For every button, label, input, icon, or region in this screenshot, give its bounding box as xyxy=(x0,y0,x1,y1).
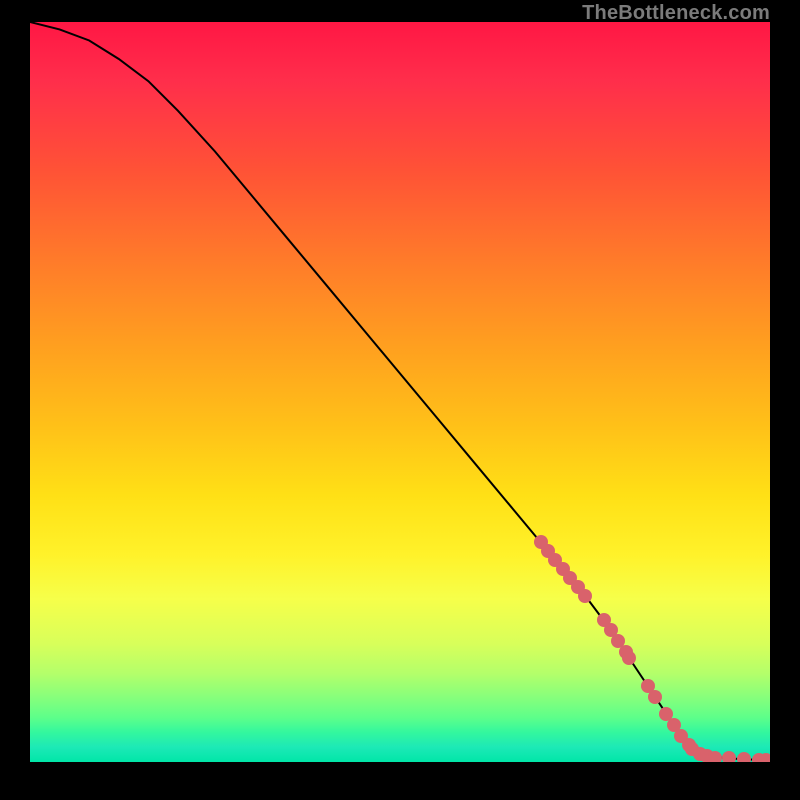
scatter-dot xyxy=(648,690,662,704)
scatter-dot xyxy=(708,751,722,762)
scatter-dot xyxy=(578,589,592,603)
scatter-dot xyxy=(622,651,636,665)
scatter-dot xyxy=(722,751,736,762)
scatter-layer xyxy=(30,22,770,762)
plot-area xyxy=(30,22,770,762)
chart-stage: TheBottleneck.com xyxy=(0,0,800,800)
scatter-dot xyxy=(737,752,751,762)
scatter-dot xyxy=(759,753,770,762)
